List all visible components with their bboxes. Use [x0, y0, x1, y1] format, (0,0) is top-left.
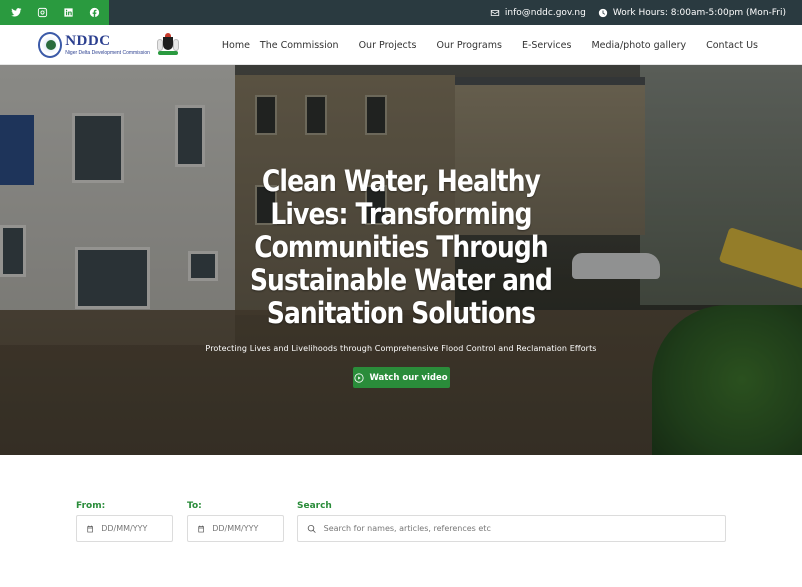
coat-of-arms-icon	[156, 33, 179, 57]
from-date-field[interactable]	[76, 515, 173, 542]
watch-video-label: Watch our video	[369, 372, 448, 383]
nav-the-commission[interactable]: The Commission	[260, 40, 339, 51]
nddc-seal-icon	[38, 32, 63, 58]
nav-home[interactable]: Home	[222, 40, 250, 51]
search-label: Search	[297, 501, 332, 511]
calendar-icon	[198, 525, 204, 532]
twitter-icon[interactable]	[6, 3, 26, 23]
to-date-input[interactable]	[212, 524, 283, 533]
nav-contact-us[interactable]: Contact Us	[706, 40, 758, 51]
email-contact[interactable]: info@nddc.gov.ng	[490, 8, 586, 18]
hero-subtitle: Protecting Lives and Livelihoods through…	[205, 344, 597, 353]
work-hours-text: Work Hours: 8:00am-5:00pm (Mon-Fri)	[612, 7, 786, 18]
work-hours: Work Hours: 8:00am-5:00pm (Mon-Fri)	[598, 8, 786, 18]
search-filters: From: To: Search	[0, 455, 802, 587]
watch-video-button[interactable]: Watch our video	[352, 367, 450, 388]
search-field[interactable]	[297, 515, 726, 542]
from-date-input[interactable]	[101, 524, 172, 533]
main-nav: Home The Commission Our Projects Our Pro…	[222, 25, 758, 65]
calendar-icon	[87, 525, 93, 532]
from-label: From:	[76, 501, 106, 511]
envelope-icon	[490, 9, 500, 16]
to-date-field[interactable]	[187, 515, 284, 542]
search-input[interactable]	[323, 524, 725, 533]
email-text: info@nddc.gov.ng	[504, 7, 586, 18]
play-circle-icon	[354, 372, 365, 383]
nav-e-services[interactable]: E-Services	[522, 40, 572, 51]
clock-icon	[598, 8, 607, 17]
nav-our-projects[interactable]: Our Projects	[359, 40, 417, 51]
linkedin-icon[interactable]	[58, 3, 78, 23]
site-header: NDDC Niger Delta Development Commission …	[0, 25, 802, 65]
facebook-icon[interactable]	[84, 3, 104, 23]
logo-title: NDDC	[65, 33, 111, 49]
logo-subtitle: Niger Delta Development Commission	[65, 50, 150, 56]
nddc-logo[interactable]: NDDC Niger Delta Development Commission	[38, 30, 179, 60]
hero-title: Clean Water, Healthy Lives: Transforming…	[249, 164, 553, 330]
instagram-icon[interactable]	[32, 3, 52, 23]
social-links	[0, 0, 109, 25]
search-icon	[307, 524, 316, 533]
to-label: To:	[187, 501, 202, 511]
hero-banner: Clean Water, Healthy Lives: Transforming…	[0, 65, 802, 455]
top-bar: info@nddc.gov.ng Work Hours: 8:00am-5:00…	[0, 0, 802, 25]
nav-media-gallery[interactable]: Media/photo gallery	[591, 40, 686, 51]
nav-our-programs[interactable]: Our Programs	[436, 40, 501, 51]
contact-info: info@nddc.gov.ng Work Hours: 8:00am-5:00…	[490, 0, 786, 25]
